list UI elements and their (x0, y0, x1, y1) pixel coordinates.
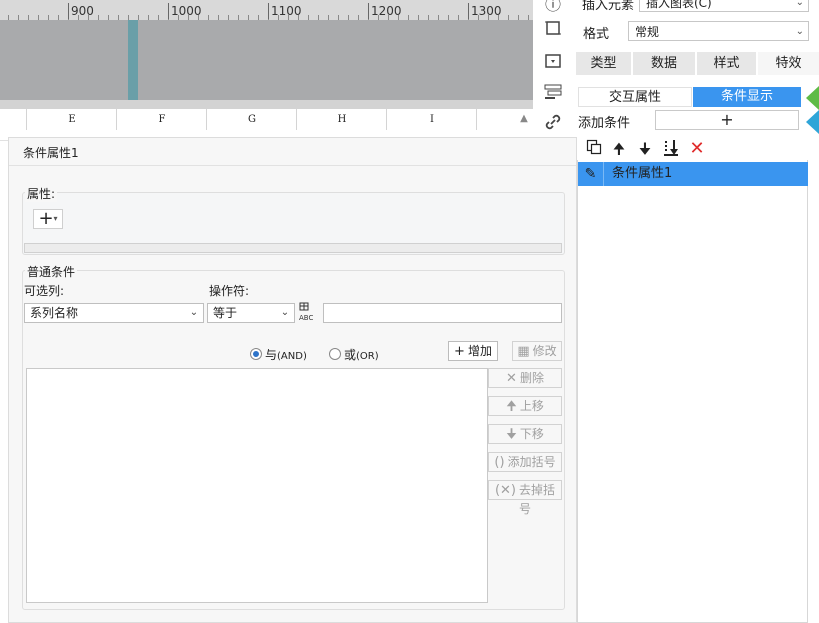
column-header-bar: EFGHI (0, 109, 533, 131)
chevron-down-icon: ⌄ (795, 0, 804, 8)
delete-button[interactable]: ✕ 删除 (488, 368, 562, 388)
ruler-major-tick (68, 3, 69, 19)
chevron-down-icon: ⌄ (280, 307, 290, 318)
radio-or-label: 或 (344, 348, 357, 362)
ruler-label: 1200 (371, 4, 402, 18)
radio-unchecked-icon (329, 348, 341, 360)
radio-and-sub: (AND) (277, 351, 307, 362)
dialog-title-bar (9, 138, 576, 166)
add-button-label: 增加 (467, 344, 492, 358)
radio-or[interactable]: 或(OR) (329, 346, 379, 363)
column-header[interactable]: H (296, 109, 387, 130)
add-button[interactable]: + 增加 (448, 341, 498, 361)
ruler-label: 1000 (171, 4, 202, 18)
arrow-down-icon[interactable]: 🠋 (634, 139, 656, 159)
tab-effects[interactable]: 特效 (758, 52, 819, 75)
chevron-down-icon: ⌄ (795, 26, 804, 37)
arrow-up-icon: 🠉 (506, 399, 517, 414)
format-dropdown[interactable]: 常规 ⌄ (628, 21, 809, 41)
segment-interaction-properties[interactable]: 交互属性 (578, 87, 692, 107)
insert-element-label: 插入元素 (582, 0, 635, 13)
condition-expression-box[interactable] (26, 368, 488, 603)
radio-and[interactable]: 与(AND) (250, 346, 307, 363)
remove-bracket-button[interactable]: (✕) 去掉括号 (488, 480, 562, 516)
condition-value-input[interactable] (323, 303, 562, 323)
arrow-up-icon[interactable]: 🠉 (608, 139, 630, 159)
tab-style[interactable]: 样式 (697, 52, 756, 75)
normal-condition-legend: 普通条件 (25, 263, 78, 280)
add-condition-label: 添加条件 (578, 116, 631, 131)
widget-icon[interactable] (540, 50, 566, 76)
insert-chart-value: 插入图表(C) (646, 0, 712, 10)
operator-label: 操作符: (209, 284, 250, 298)
modify-button[interactable]: ▦ 修改 (512, 341, 562, 361)
operator-dropdown[interactable]: 等于 ⌄ (207, 303, 295, 323)
close-icon: ✕ (506, 371, 517, 386)
delete-icon[interactable]: ✕ (686, 139, 708, 159)
ruler-major-tick (268, 3, 269, 19)
delete-button-label: 删除 (519, 371, 544, 385)
arrow-down-icon: 🠋 (506, 427, 517, 442)
column-value: 系列名称 (30, 306, 79, 320)
add-condition-button[interactable]: + (655, 110, 799, 130)
frame-icon[interactable] (540, 18, 566, 44)
move-bottom-icon[interactable] (660, 139, 682, 159)
info-icon[interactable]: ⓘ (540, 0, 566, 18)
ruler-label: 1100 (271, 4, 302, 18)
ruler-label: 1300 (471, 4, 502, 18)
ruler-major-tick (168, 3, 169, 19)
add-bracket-button-label: 添加括号 (507, 455, 556, 469)
edit-icon: ▦ (517, 344, 530, 359)
add-attribute-button[interactable]: +▾ (33, 209, 63, 229)
edit-pencil-icon[interactable]: ✎ (578, 162, 604, 186)
condition-list (577, 160, 808, 623)
column-header[interactable]: E (26, 109, 117, 130)
tab-data[interactable]: 数据 (633, 52, 695, 75)
column-header[interactable]: G (206, 109, 297, 130)
radio-checked-icon (250, 348, 262, 360)
column-header[interactable]: I (386, 109, 477, 130)
column-dropdown[interactable]: 系列名称 ⌄ (24, 303, 204, 323)
ruler-major-tick (468, 3, 469, 19)
collapse-diamond-icon[interactable] (806, 86, 819, 134)
add-bracket-button[interactable]: () 添加括号 (488, 452, 562, 472)
radio-or-sub: (OR) (356, 351, 379, 362)
value-type-abc-icon[interactable]: ABC (299, 302, 321, 322)
design-canvas[interactable] (0, 20, 533, 100)
copy-icon[interactable] (583, 139, 605, 159)
plus-icon: + (454, 344, 465, 359)
modify-button-label: 修改 (532, 344, 557, 358)
dialog-title: 条件属性1 (23, 146, 79, 160)
column-label: 可选列: (24, 284, 65, 298)
segment-conditional-display[interactable]: 条件显示 (693, 87, 801, 107)
plus-icon: + (38, 208, 54, 229)
remove-bracket-icon: (✕) (494, 483, 517, 498)
move-up-button-label: 上移 (519, 399, 544, 413)
operator-value: 等于 (213, 306, 238, 320)
layer-list-icon[interactable] (540, 82, 566, 108)
format-label: 格式 (583, 27, 610, 42)
move-down-button[interactable]: 🠋 下移 (488, 424, 562, 444)
column-header[interactable]: F (116, 109, 207, 130)
move-up-button[interactable]: 🠉 上移 (488, 396, 562, 416)
ruler-label: 900 (71, 4, 94, 18)
tab-type[interactable]: 类型 (576, 52, 631, 75)
canvas-selection-marker[interactable] (128, 20, 138, 100)
condition-item-label: 条件属性1 (612, 166, 673, 181)
attribute-bar (24, 243, 562, 253)
canvas-divider (0, 100, 533, 109)
ruler-major-tick (368, 3, 369, 19)
insert-chart-dropdown[interactable]: 插入图表(C) ⌄ (639, 0, 809, 12)
format-value: 常规 (635, 25, 660, 39)
abc-text: ABC (299, 314, 314, 322)
horizontal-ruler: 900 1000 1100 1200 1300 (0, 0, 533, 21)
caret-down-icon: ▾ (53, 214, 58, 223)
attribute-legend: 属性: (25, 185, 58, 202)
link-icon[interactable] (540, 113, 566, 139)
radio-and-label: 与 (265, 348, 278, 362)
move-down-button-label: 下移 (519, 427, 544, 441)
chevron-down-icon: ⌄ (189, 307, 199, 318)
bracket-icon: () (494, 455, 505, 470)
scroll-up-icon[interactable]: ▲ (516, 111, 532, 127)
